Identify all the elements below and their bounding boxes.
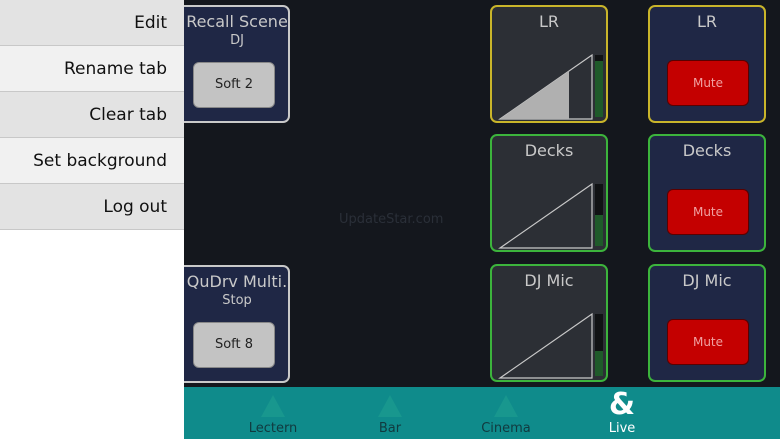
fader-dj-mic-meter xyxy=(595,314,603,376)
tab-cinema[interactable]: Cinema xyxy=(476,387,536,439)
qudrv-multi-subtitle: Stop xyxy=(222,293,252,308)
mute-tile-decks: Decks Mute xyxy=(648,134,766,252)
lectern-icon xyxy=(261,395,285,417)
menu-item-clear-tab[interactable]: Clear tab xyxy=(0,92,184,138)
tab-bar-label: Bar xyxy=(378,421,402,436)
tab-cinema-label: Cinema xyxy=(481,421,531,436)
qudrv-multi-tile: QuDrv Multi. Stop Soft 8 xyxy=(170,265,290,383)
fader-lr-meter xyxy=(595,55,603,117)
bar-icon xyxy=(378,395,402,417)
side-menu: Edit Rename tab Clear tab Set background… xyxy=(0,0,184,439)
mute-tile-decks-label: Decks xyxy=(682,141,732,160)
mute-tile-dj-mic-label: DJ Mic xyxy=(682,271,732,290)
mute-button-lr[interactable]: Mute xyxy=(667,60,749,106)
fader-decks-level-ramp[interactable] xyxy=(498,182,594,250)
mute-button-decks[interactable]: Mute xyxy=(667,189,749,235)
mute-tile-lr-label: LR xyxy=(696,12,718,31)
cinema-icon xyxy=(494,395,518,417)
fader-lr-label: LR xyxy=(538,12,560,31)
menu-item-rename-tab[interactable]: Rename tab xyxy=(0,46,184,92)
soft-2-button[interactable]: Soft 2 xyxy=(193,62,275,108)
mute-tile-dj-mic: DJ Mic Mute xyxy=(648,264,766,382)
fader-dj-mic-level-ramp[interactable] xyxy=(498,312,594,380)
tab-live-label: Live xyxy=(608,421,636,436)
fader-decks-meter-fill xyxy=(595,215,603,246)
tab-lectern-label: Lectern xyxy=(248,421,298,436)
fader-dj-mic[interactable]: DJ Mic xyxy=(490,264,608,382)
menu-item-set-background[interactable]: Set background xyxy=(0,138,184,184)
recall-scene-subtitle: DJ xyxy=(230,33,244,48)
mute-tile-lr: LR Mute xyxy=(648,5,766,123)
tab-bar: Lectern Bar Cinema & Live xyxy=(184,387,780,439)
ampersand-icon: & xyxy=(608,387,636,422)
fader-lr-meter-fill xyxy=(595,61,603,117)
tab-bar-venue[interactable]: Bar xyxy=(370,387,410,439)
fader-lr-level-ramp[interactable] xyxy=(498,53,594,121)
qudrv-multi-title: QuDrv Multi. xyxy=(186,272,288,291)
fader-dj-mic-label: DJ Mic xyxy=(524,271,574,290)
recall-scene-title: Recall Scene xyxy=(186,12,288,31)
fader-decks-label: Decks xyxy=(524,141,574,160)
fader-dj-mic-meter-fill xyxy=(595,351,603,376)
menu-item-log-out[interactable]: Log out xyxy=(0,184,184,230)
menu-item-edit[interactable]: Edit xyxy=(0,0,184,46)
soft-8-button[interactable]: Soft 8 xyxy=(193,322,275,368)
fader-lr[interactable]: LR xyxy=(490,5,608,123)
tab-lectern[interactable]: Lectern xyxy=(242,387,304,439)
mute-button-dj-mic[interactable]: Mute xyxy=(667,319,749,365)
fader-decks-meter xyxy=(595,184,603,246)
fader-decks[interactable]: Decks xyxy=(490,134,608,252)
tab-live[interactable]: & Live xyxy=(602,387,642,439)
recall-scene-tile: Recall Scene DJ Soft 2 xyxy=(170,5,290,123)
watermark-text: UpdateStar.com xyxy=(339,212,444,227)
